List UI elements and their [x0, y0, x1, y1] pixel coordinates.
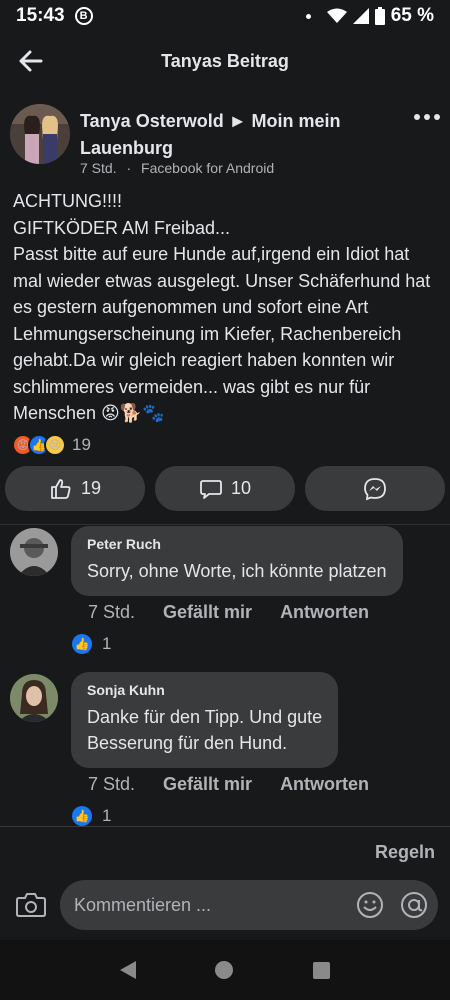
comment-button[interactable]: 10 — [155, 466, 295, 511]
post-source: Facebook for Android — [141, 160, 275, 176]
sad-reaction-icon: 😢 — [44, 434, 66, 456]
rules-link[interactable]: Regeln — [375, 842, 435, 863]
comment-time: 7 Std. — [88, 602, 136, 622]
divider — [0, 524, 450, 525]
emoji-icon[interactable] — [356, 891, 384, 919]
comment-like-button[interactable]: Gefällt mir — [163, 774, 252, 795]
notification-dot-icon — [305, 13, 311, 19]
post-header: Tanya Osterwold ► Moin mein Lauenburg 7 … — [10, 104, 440, 176]
android-nav-bar — [0, 940, 450, 1000]
comment-reaction-count: 1 — [102, 634, 112, 653]
app-notification-icon: B — [74, 7, 93, 25]
comment-reply-button[interactable]: Antworten — [280, 774, 369, 795]
comment-actions: 7 Std. Gefällt mir Antworten — [88, 602, 369, 623]
comment-bubble[interactable]: Sonja Kuhn Danke für den Tipp. Und gute … — [71, 672, 339, 768]
commenter-name[interactable]: Peter Ruch — [87, 536, 387, 552]
comment-bubble[interactable]: Peter Ruch Sorry, ohne Worte, ich könnte… — [71, 526, 403, 596]
like-reaction-icon: 👍 — [72, 806, 92, 826]
battery-percent: 65 % — [390, 5, 434, 26]
comment-reactions[interactable]: 👍 1 — [72, 806, 111, 826]
back-arrow-icon[interactable] — [18, 48, 44, 74]
nav-recents-icon[interactable] — [313, 961, 331, 979]
nav-home-icon[interactable] — [215, 961, 234, 979]
comment-count: 10 — [230, 478, 252, 498]
post-actions: 19 10 — [5, 466, 445, 511]
wifi-icon — [326, 8, 347, 23]
post-time: 7 Std. — [80, 160, 117, 176]
like-count: 19 — [80, 478, 102, 498]
page-title: Tanyas Beitrag — [161, 50, 289, 71]
like-reaction-icon: 👍 — [72, 634, 92, 654]
post-body: ACHTUNG!!!! GIFTKÖDER AM Freibad... Pass… — [13, 191, 431, 423]
comment-reaction-count: 1 — [102, 806, 112, 825]
thumbs-up-icon — [51, 478, 71, 499]
messenger-icon — [364, 477, 386, 500]
post-author[interactable]: Tanya Osterwold ► Moin mein Lauenburg — [80, 108, 380, 162]
comment-composer: Kommentieren ... — [0, 880, 450, 935]
comment-actions: 7 Std. Gefällt mir Antworten — [88, 774, 369, 795]
messenger-share-button[interactable] — [305, 466, 445, 511]
comment-reactions[interactable]: 👍 1 — [72, 634, 111, 654]
author-avatar[interactable] — [10, 104, 70, 164]
divider — [0, 826, 450, 827]
status-right: 65 % — [305, 5, 434, 27]
meta-separator: · — [126, 160, 132, 176]
comment-time: 7 Std. — [88, 774, 136, 794]
status-bar: 15:43 B 65 % — [0, 0, 450, 32]
more-options-icon[interactable] — [414, 114, 440, 124]
battery-icon — [374, 7, 385, 25]
nav-back-icon[interactable] — [119, 961, 136, 979]
camera-icon[interactable] — [16, 892, 46, 918]
mention-icon[interactable] — [400, 891, 428, 919]
comment-like-button[interactable]: Gefällt mir — [163, 602, 252, 623]
comment-input[interactable]: Kommentieren ... — [60, 880, 438, 930]
comment-placeholder: Kommentieren ... — [74, 895, 212, 915]
cell-signal-icon — [352, 8, 369, 24]
reaction-count: 19 — [72, 435, 91, 454]
commenter-avatar[interactable] — [10, 674, 58, 722]
like-button[interactable]: 19 — [5, 466, 145, 511]
top-bar: Tanyas Beitrag — [0, 32, 450, 90]
comment-text: Sorry, ohne Worte, ich könnte platzen — [87, 561, 387, 581]
comment-icon — [200, 479, 222, 499]
status-time: 15:43 — [16, 5, 65, 26]
comment-reply-button[interactable]: Antworten — [280, 602, 369, 623]
post-meta: 7 Std. · Facebook for Android — [80, 160, 274, 176]
commenter-avatar[interactable] — [10, 528, 58, 576]
reaction-summary[interactable]: 😡 👍 😢 19 — [12, 434, 91, 456]
comment-text: Danke für den Tipp. Und gute Besserung f… — [87, 707, 323, 753]
commenter-name[interactable]: Sonja Kuhn — [87, 682, 322, 698]
